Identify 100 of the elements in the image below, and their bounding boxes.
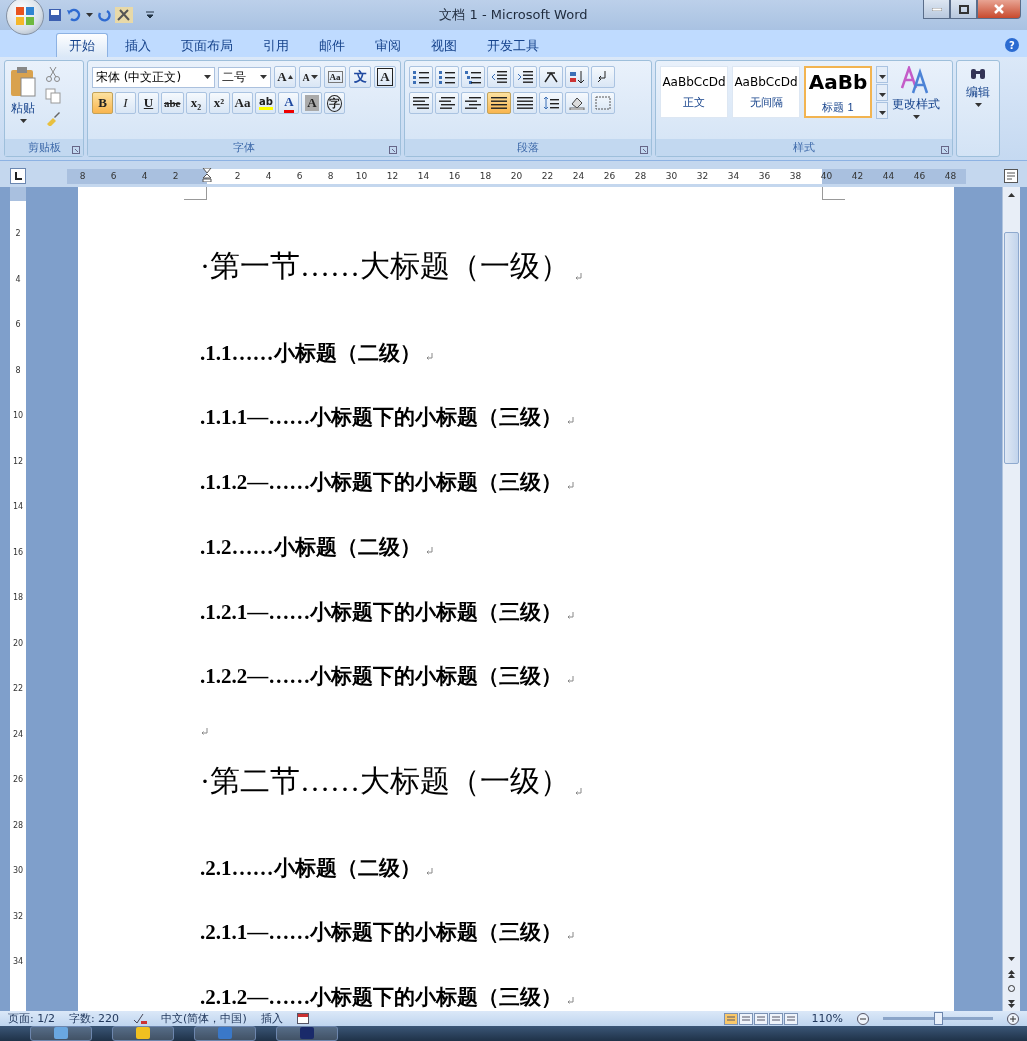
paragraph-button[interactable] [409, 66, 433, 88]
paragraph-mark-icon [424, 352, 433, 361]
font-button[interactable]: x² [208, 92, 230, 114]
office-button[interactable] [6, 0, 44, 35]
ribbon-tab[interactable]: 开始 [56, 33, 108, 57]
paragraph-mark-icon [566, 676, 575, 685]
help-button[interactable]: ? [1005, 38, 1019, 52]
font-button[interactable]: Aa [231, 92, 254, 114]
page-count: 页面: 1/2 [8, 1011, 55, 1026]
spacing-icon [543, 96, 559, 110]
style-item[interactable]: AaBbCcDd 无间隔 [732, 66, 800, 118]
crop-mark [822, 187, 845, 200]
styles-icon [901, 66, 931, 94]
caret-icon [310, 75, 318, 79]
ribbon-tab[interactable]: 邮件 [306, 33, 358, 57]
gallery-scroll-button[interactable] [876, 84, 888, 101]
ribbon-tab[interactable]: 开发工具 [474, 33, 552, 57]
ribbon-tab[interactable]: 页面布局 [168, 33, 246, 57]
paragraph-button[interactable] [409, 92, 433, 114]
font-button[interactable]: Aa [324, 66, 346, 88]
font-size-field[interactable]: 二号 [217, 66, 271, 88]
taskbar-button[interactable] [30, 1026, 92, 1041]
paragraph-button[interactable] [435, 92, 459, 114]
font-button[interactable]: A [301, 92, 323, 114]
style-item[interactable]: AaBb 标题 1 [804, 66, 872, 118]
paragraph-button[interactable] [487, 66, 511, 88]
font-button[interactable]: A [274, 66, 296, 88]
launcher-icon[interactable] [72, 146, 80, 154]
font-button[interactable]: x₂ [185, 92, 207, 114]
close-button[interactable] [977, 0, 1021, 19]
paste-button[interactable]: 粘贴 [9, 66, 37, 139]
font-button[interactable]: B [92, 92, 113, 114]
zoom-in-icon[interactable] [1007, 1012, 1019, 1025]
subheading-text: .1.1.2—……小标题下的小标题（三级） [200, 469, 563, 496]
paragraph-button[interactable] [539, 66, 563, 88]
font-button[interactable]: abe [161, 92, 184, 114]
view-button[interactable] [768, 1012, 783, 1025]
subheading-text: .1.1……小标题（二级） [200, 339, 421, 367]
font-button[interactable]: I [115, 92, 136, 114]
font-button[interactable]: A [278, 92, 300, 114]
vertical-scrollbar[interactable] [1002, 187, 1020, 1011]
launcher-icon[interactable] [640, 146, 648, 154]
heading-text: ·第二节……大标题（一级） [200, 762, 570, 799]
asian-icon [543, 70, 559, 84]
view-button[interactable] [783, 1012, 798, 1025]
save-icon[interactable] [48, 8, 62, 22]
group-label: 段落 [517, 140, 539, 155]
subheading-text: .1.1.1—……小标题下的小标题（三级） [200, 404, 563, 432]
redo-icon[interactable] [97, 8, 111, 22]
paragraph-button[interactable] [513, 92, 537, 114]
paragraph-button[interactable] [513, 66, 537, 88]
sort-icon [569, 70, 585, 84]
paragraph-button[interactable] [435, 66, 459, 88]
paragraph-button[interactable] [487, 92, 511, 114]
tab-selector-button[interactable] [10, 168, 26, 184]
ribbon-tab[interactable]: 审阅 [362, 33, 414, 57]
launcher-icon[interactable] [389, 146, 397, 154]
ribbon-tab[interactable]: 视图 [418, 33, 470, 57]
paragraph-button[interactable] [565, 92, 589, 114]
ribbon-tab[interactable]: 插入 [112, 33, 164, 57]
view-button[interactable] [753, 1012, 768, 1025]
group-label: 剪贴板 [27, 140, 61, 155]
change-styles-button[interactable]: 更改样式 [892, 66, 940, 119]
zoom-thumb[interactable] [934, 1012, 943, 1025]
maximize-button[interactable] [950, 0, 977, 19]
caret-icon [19, 119, 27, 123]
gallery-scroll-button[interactable] [876, 66, 888, 83]
paragraph-button[interactable] [539, 92, 563, 114]
launcher-icon[interactable] [941, 146, 949, 154]
justify-icon [491, 96, 507, 110]
font-button[interactable]: 字 [324, 92, 346, 114]
font-button[interactable]: ab [255, 92, 277, 114]
paragraph-button[interactable] [461, 66, 485, 88]
paragraph-mark-icon [574, 272, 582, 281]
word-count: 字数: 220 [68, 1011, 120, 1026]
font-button[interactable]: A [374, 66, 396, 88]
paragraph-button[interactable] [461, 92, 485, 114]
ribbon-tab[interactable]: 引用 [250, 33, 302, 57]
tools-icon[interactable] [115, 7, 133, 23]
font-name-field[interactable]: 宋体 (中文正文) [92, 66, 215, 88]
indent-marker-icon[interactable] [201, 168, 212, 182]
window-title: 文档 1 - Microsoft Word [439, 7, 588, 22]
undo-icon[interactable] [66, 8, 82, 22]
ruler-toggle-icon[interactable] [1004, 169, 1018, 183]
caret-icon [203, 75, 211, 79]
font-button[interactable]: 文 [349, 66, 371, 88]
taskbar-button[interactable] [276, 1026, 338, 1041]
style-item[interactable]: AaBbCcDd 正文 [660, 66, 728, 118]
font-button[interactable]: A [299, 66, 321, 88]
zoom-out-icon[interactable] [857, 1012, 869, 1025]
subheading-text: .1.2……小标题（二级） [200, 533, 421, 561]
taskbar-button[interactable] [112, 1026, 174, 1041]
gallery-scroll-button[interactable] [876, 102, 888, 119]
minimize-button[interactable] [923, 0, 950, 19]
view-button[interactable] [738, 1012, 753, 1025]
scroll-thumb[interactable] [1004, 232, 1019, 464]
customize-icon[interactable] [145, 11, 155, 19]
scissors-icon[interactable] [45, 66, 61, 82]
minimize-icon [931, 7, 942, 11]
font-button[interactable]: U [138, 92, 159, 114]
